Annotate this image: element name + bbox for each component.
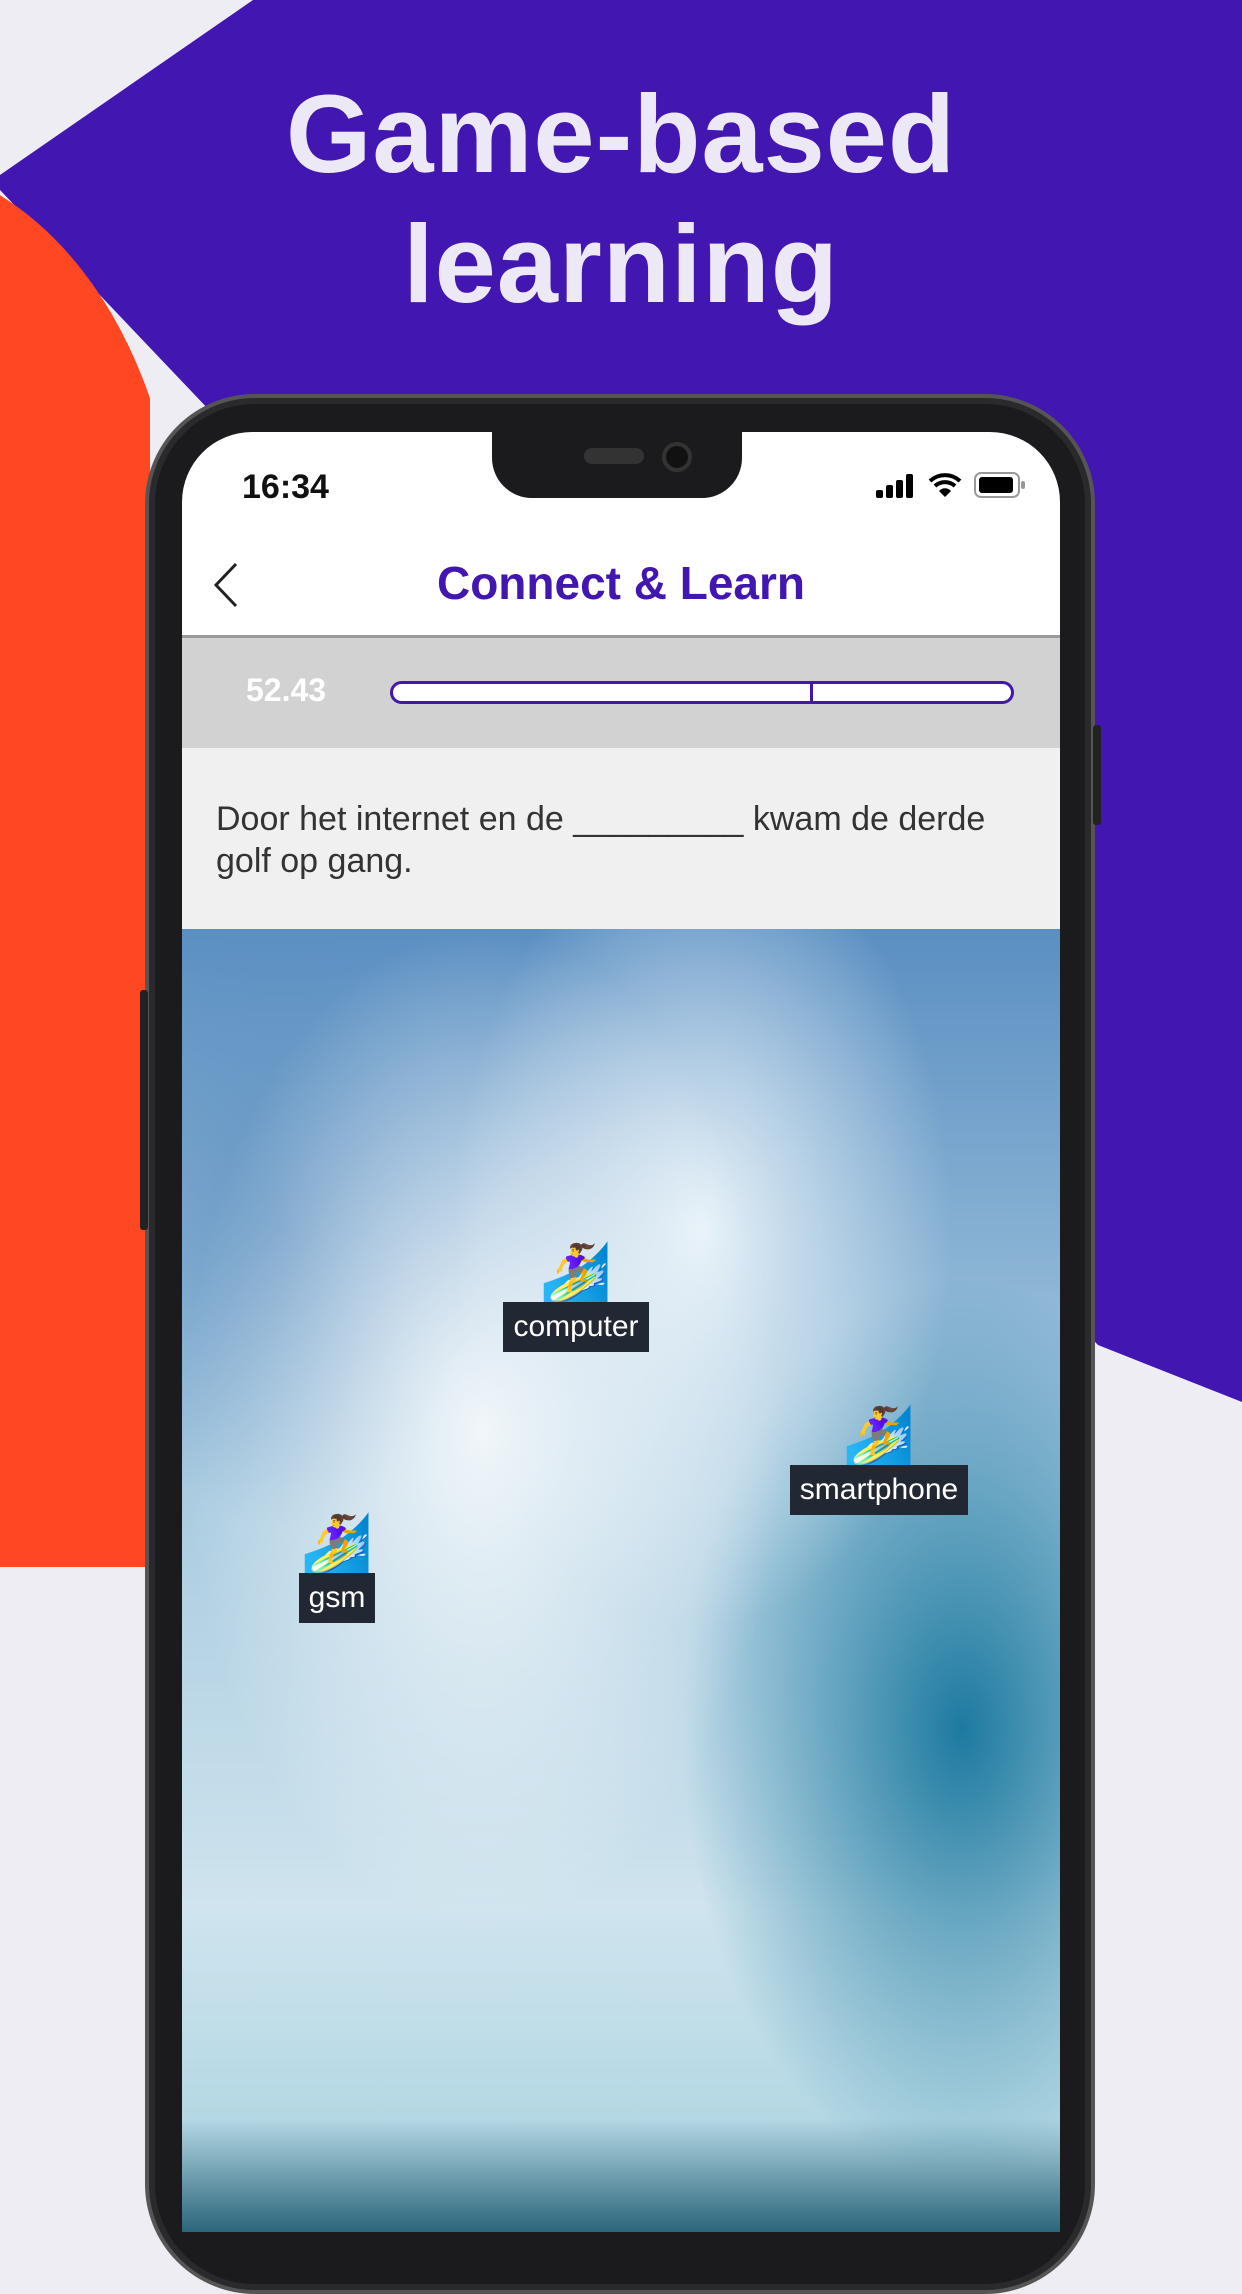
answer-option-smartphone[interactable]: 🏄‍♀️ smartphone <box>781 1405 977 1515</box>
headline-line-1: Game-based <box>285 73 957 196</box>
notch <box>492 432 742 498</box>
battery-icon <box>974 472 1025 498</box>
timer-value: 52.43 <box>246 672 327 708</box>
answer-label: gsm <box>298 1573 376 1623</box>
surfer-icon: 🏄‍♀️ <box>300 1512 374 1577</box>
timer-band: 52.43 <box>182 635 1060 748</box>
answer-label: computer <box>503 1302 649 1352</box>
progress-marker <box>810 681 814 704</box>
nav-bar: Connect & Learn <box>182 532 1060 635</box>
status-icons <box>876 472 1026 498</box>
orange-background-shape <box>0 160 150 1567</box>
answer-option-computer[interactable]: 🏄‍♀️ computer <box>496 1242 656 1352</box>
wave-game-area: 🏄‍♀️ computer 🏄‍♀️ smartphone 🏄‍♀️ gsm <box>182 929 1060 2232</box>
phone-side-button <box>1093 725 1101 825</box>
wifi-icon <box>928 473 962 497</box>
surfer-icon: 🏄‍♀️ <box>539 1241 613 1306</box>
camera <box>662 442 692 472</box>
phone-volume-button <box>140 990 148 1230</box>
surfer-icon: 🏄‍♀️ <box>842 1404 916 1469</box>
headline: Game-based learning <box>0 70 1242 330</box>
speaker <box>584 448 644 464</box>
phone-screen: 16:34 Connect & Learn 52.43 Door het int… <box>182 432 1060 2232</box>
status-time: 16:34 <box>242 468 329 506</box>
answer-label: smartphone <box>789 1465 969 1515</box>
headline-line-2: learning <box>403 203 839 326</box>
page-title: Connect & Learn <box>436 557 806 609</box>
answer-option-gsm[interactable]: 🏄‍♀️ gsm <box>287 1513 387 1623</box>
question-text: Door het internet en de _________ kwam d… <box>182 748 1060 929</box>
signal-icon <box>876 474 913 498</box>
timer-progress-bar <box>390 681 1014 704</box>
